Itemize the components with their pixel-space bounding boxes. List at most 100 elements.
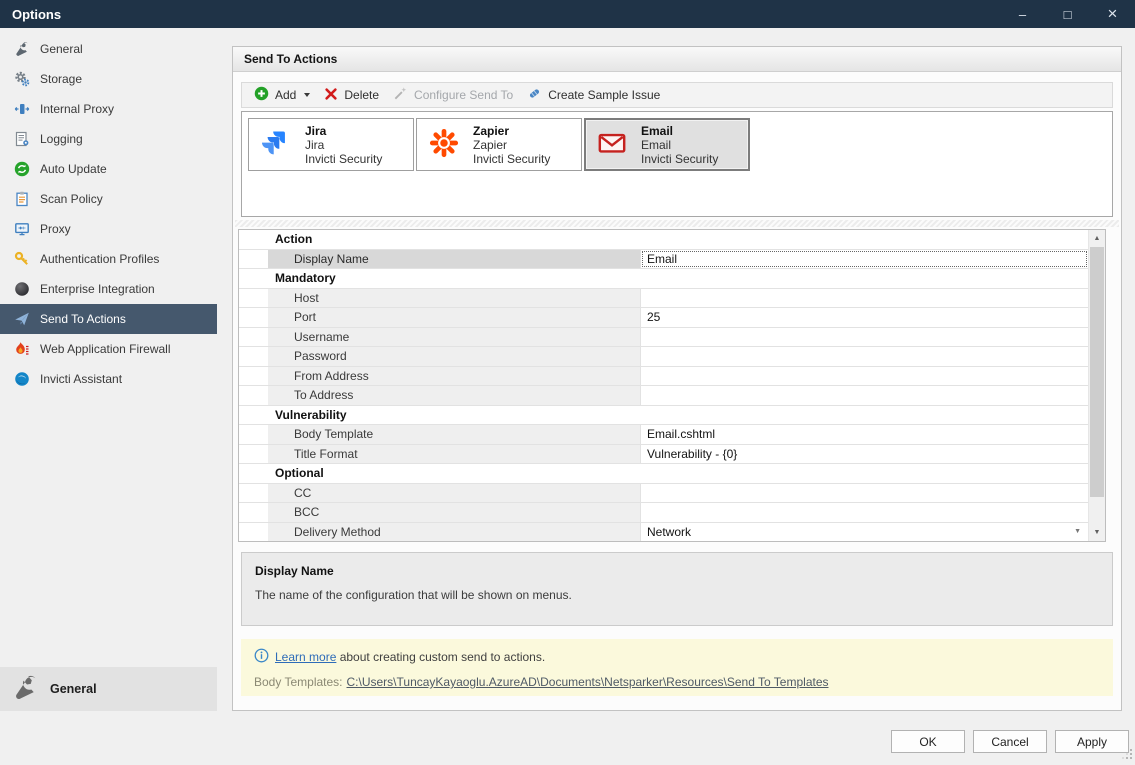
property-value-input[interactable]: Vulnerability - {0}: [641, 444, 1088, 463]
sidebar-item-label: Invicti Assistant: [40, 372, 123, 386]
section-label: Mandatory: [275, 271, 336, 286]
sidebar-item-label: Proxy: [40, 222, 71, 236]
row-gutter: [239, 308, 268, 327]
flame-icon: [13, 341, 30, 358]
configure-send-to-button[interactable]: Configure Send To: [386, 84, 520, 106]
property-label: From Address: [268, 366, 641, 385]
add-button[interactable]: Add: [247, 84, 317, 106]
internal-proxy-icon: [13, 101, 30, 118]
ok-button[interactable]: OK: [891, 730, 965, 753]
sidebar-item-proxy[interactable]: Proxy: [0, 214, 217, 244]
row-gutter: [239, 288, 268, 307]
body-templates-label: Body Templates:: [254, 675, 343, 689]
delete-button-label: Delete: [344, 88, 380, 102]
property-value-input[interactable]: [641, 366, 1088, 385]
sidebar-item-label: Send To Actions: [40, 312, 126, 326]
property-value-input[interactable]: [641, 288, 1088, 307]
clipboard-icon: [13, 191, 30, 208]
sidebar-item-label: Internal Proxy: [40, 102, 115, 116]
panel-title: Send To Actions: [244, 52, 338, 66]
section-row-mandatory[interactable]: Mandatory: [239, 269, 1088, 289]
body-templates-path-link[interactable]: C:\Users\TuncayKayaoglu.AzureAD\Document…: [347, 675, 829, 689]
toolbar: Add Delete Configure Send To Create Samp…: [241, 82, 1113, 108]
sidebar-item-label: Storage: [40, 72, 83, 86]
property-row-username[interactable]: Username: [239, 327, 1088, 347]
monitor-icon: [13, 221, 30, 238]
key-icon: [13, 251, 30, 268]
property-row-host[interactable]: Host: [239, 288, 1088, 308]
sidebar-item-authentication-profiles[interactable]: Authentication Profiles: [0, 244, 217, 274]
sidebar-item-general[interactable]: General: [0, 34, 217, 64]
row-gutter: [239, 503, 268, 522]
log-document-icon: [13, 131, 30, 148]
property-value-input[interactable]: [641, 483, 1088, 502]
create-sample-issue-label: Create Sample Issue: [548, 88, 661, 102]
apply-button[interactable]: Apply: [1055, 730, 1129, 753]
property-value-input[interactable]: Email.cshtml: [641, 425, 1088, 444]
action-card-jira[interactable]: Jira Jira Invicti Security: [248, 118, 414, 171]
sidebar-item-enterprise-integration[interactable]: Enterprise Integration: [0, 274, 217, 304]
send-to-actions-panel: Send To Actions Add Delete Configure Sen…: [232, 46, 1122, 711]
property-row-display-name[interactable]: Display Name Email: [239, 249, 1088, 269]
property-value-input[interactable]: [641, 327, 1088, 346]
property-row-port[interactable]: Port 25: [239, 308, 1088, 328]
property-row-from-address[interactable]: From Address: [239, 366, 1088, 386]
row-gutter: [239, 347, 268, 366]
resize-grip[interactable]: [1122, 749, 1133, 763]
gears-icon: [13, 71, 30, 88]
sidebar-item-auto-update[interactable]: Auto Update: [0, 154, 217, 184]
sidebar-item-label: Scan Policy: [40, 192, 103, 206]
sidebar-item-label: Web Application Firewall: [40, 342, 171, 356]
sidebar-item-web-application-firewall[interactable]: Web Application Firewall: [0, 334, 217, 364]
sidebar-item-internal-proxy[interactable]: Internal Proxy: [0, 94, 217, 124]
row-gutter: [239, 444, 268, 463]
maximize-button[interactable]: □: [1045, 0, 1090, 28]
property-row-delivery-method[interactable]: Delivery Method Network ▼: [239, 522, 1088, 541]
property-row-cc[interactable]: CC: [239, 483, 1088, 503]
grid-scrollbar[interactable]: ▲ ▼: [1088, 230, 1105, 541]
property-label: BCC: [268, 503, 641, 522]
action-card-zapier[interactable]: Zapier Zapier Invicti Security: [416, 118, 582, 171]
learn-more-link[interactable]: Learn more: [275, 650, 336, 664]
jira-logo-icon: [261, 128, 291, 161]
description-title: Display Name: [255, 564, 334, 578]
cancel-button[interactable]: Cancel: [973, 730, 1047, 753]
property-value-input[interactable]: Email: [641, 249, 1088, 268]
property-value-input[interactable]: [641, 503, 1088, 522]
scroll-down-icon[interactable]: ▼: [1089, 524, 1105, 541]
section-row-action[interactable]: Action: [239, 230, 1088, 250]
action-card-vendor: Invicti Security: [305, 151, 383, 166]
property-value-dropdown[interactable]: Network ▼: [641, 522, 1088, 541]
action-card-vendor: Invicti Security: [641, 151, 719, 166]
sidebar-item-scan-policy[interactable]: Scan Policy: [0, 184, 217, 214]
action-card-subtitle: Email: [641, 137, 672, 152]
create-sample-issue-button[interactable]: Create Sample Issue: [520, 84, 667, 106]
property-value-input[interactable]: [641, 347, 1088, 366]
sidebar-item-send-to-actions[interactable]: Send To Actions: [0, 304, 217, 334]
action-card-subtitle: Jira: [305, 137, 325, 152]
action-card-vendor: Invicti Security: [473, 151, 551, 166]
add-plus-icon: [254, 86, 269, 104]
property-row-body-template[interactable]: Body Template Email.cshtml: [239, 425, 1088, 445]
delete-button[interactable]: Delete: [317, 84, 386, 106]
splitter-handle[interactable]: [235, 220, 1119, 227]
property-value-input[interactable]: 25: [641, 308, 1088, 327]
property-description-panel: Display Name The name of the configurati…: [241, 552, 1113, 626]
sidebar-item-logging[interactable]: Logging: [0, 124, 217, 154]
sidebar-item-storage[interactable]: Storage: [0, 64, 217, 94]
scrollbar-thumb[interactable]: [1090, 247, 1104, 497]
minimize-button[interactable]: –: [1000, 0, 1045, 28]
section-row-optional[interactable]: Optional: [239, 464, 1088, 484]
window-title: Options: [12, 6, 62, 22]
property-row-bcc[interactable]: BCC: [239, 503, 1088, 523]
property-row-title-format[interactable]: Title Format Vulnerability - {0}: [239, 444, 1088, 464]
scroll-up-icon[interactable]: ▲: [1089, 230, 1105, 247]
property-label: Password: [268, 347, 641, 366]
property-value-input[interactable]: [641, 386, 1088, 405]
section-row-vulnerability[interactable]: Vulnerability: [239, 405, 1088, 425]
action-card-email[interactable]: Email Email Invicti Security: [584, 118, 750, 171]
close-button[interactable]: ×: [1090, 0, 1135, 28]
property-row-to-address[interactable]: To Address: [239, 386, 1088, 406]
sidebar-item-invicti-assistant[interactable]: Invicti Assistant: [0, 364, 217, 394]
property-row-password[interactable]: Password: [239, 347, 1088, 367]
